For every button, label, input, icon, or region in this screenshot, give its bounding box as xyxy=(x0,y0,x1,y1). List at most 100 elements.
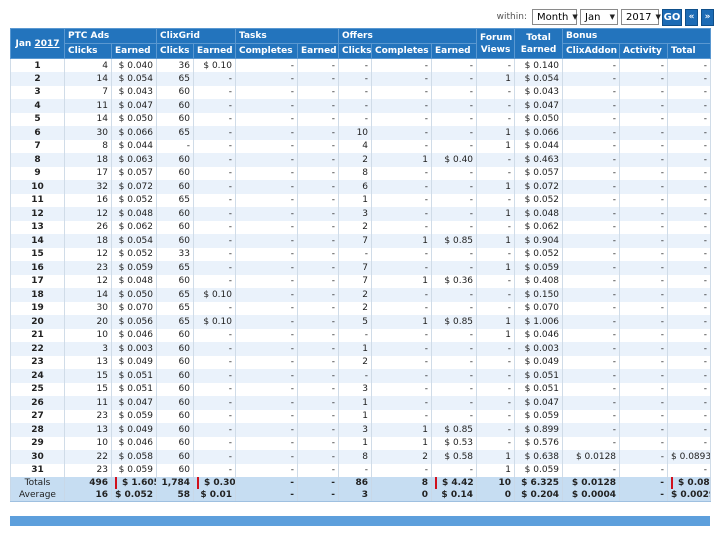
table-cell: $ 0.059 xyxy=(111,261,157,275)
table-cell: - xyxy=(562,409,621,423)
month-select[interactable]: Jan ▼ xyxy=(580,9,618,25)
table-cell: - xyxy=(338,369,373,383)
table-cell: - xyxy=(235,72,298,86)
table-cell: 1 xyxy=(476,234,516,248)
table-cell: - xyxy=(667,342,712,356)
table-cell: - xyxy=(667,112,712,126)
table-cell: 2 xyxy=(338,355,373,369)
table-cell: 1 xyxy=(371,234,433,248)
table-cell: - xyxy=(235,85,298,99)
table-cell: 12 xyxy=(64,274,112,288)
day-cell: 29 xyxy=(10,436,65,450)
highlighted-total: $ 0.0893 xyxy=(671,477,710,489)
table-cell: $ 0.052 xyxy=(111,247,157,261)
bonus-activity-header: Activity xyxy=(619,43,669,59)
table-cell: 60 xyxy=(156,207,194,221)
table-cell: - xyxy=(562,180,621,194)
day-cell: 2 xyxy=(10,72,65,86)
table-cell: - xyxy=(296,396,340,410)
table-cell: - xyxy=(562,99,621,113)
table-row: 30 22 $ 0.058 60- - -8 2 $ 0.58 1 $ 0.638 $ 0.0128… xyxy=(10,450,712,464)
totals-cell: $ 4.42 xyxy=(431,477,478,489)
totals-cell: $ 6.325 xyxy=(514,477,564,489)
table-cell: $ 0.059 xyxy=(111,409,157,423)
table-cell: - xyxy=(371,139,433,153)
clixgrid-clicks-header: Clicks xyxy=(156,43,194,59)
table-cell: - xyxy=(371,99,433,113)
table-row: 21 10 $ 0.046 60- - - - - -1 $ 0.046- - - xyxy=(10,328,712,342)
table-cell: - xyxy=(619,153,669,167)
day-cell: 20 xyxy=(10,315,65,329)
ptc-clicks-header: Clicks xyxy=(64,43,112,59)
table-cell: - xyxy=(619,139,669,153)
table-cell: - xyxy=(296,436,340,450)
day-cell: 9 xyxy=(10,166,65,180)
table-cell: - xyxy=(371,288,433,302)
table-cell: 65 xyxy=(156,261,194,275)
table-row: 28 13 $ 0.049 60- - -3 1 $ 0.85- $ 0.899- - - xyxy=(10,423,712,437)
table-cell: - xyxy=(371,193,433,207)
table-cell: 60 xyxy=(156,153,194,167)
table-cell: - xyxy=(296,112,340,126)
date-filter: within: Month ▼ Jan ▼ 2017 ▼ GO « » xyxy=(497,8,714,26)
clixgrid-header: ClixGrid xyxy=(156,28,236,44)
table-cell: - xyxy=(235,139,298,153)
totals-cell: 10 xyxy=(476,477,516,489)
go-button[interactable]: GO xyxy=(662,8,682,26)
totals-cell: $ 0.0128 xyxy=(562,477,621,489)
table-cell: - xyxy=(562,234,621,248)
table-cell: - xyxy=(562,247,621,261)
table-cell: 15 xyxy=(64,369,112,383)
table-cell: 3 xyxy=(338,207,373,221)
table-cell: $ 0.057 xyxy=(514,166,564,180)
day-cell: 22 xyxy=(10,342,65,356)
table-cell: $ 0.070 xyxy=(514,301,564,315)
table-cell: - xyxy=(235,58,298,72)
table-cell: - xyxy=(193,166,236,180)
table-cell: - xyxy=(667,126,712,140)
previous-period-button[interactable]: « xyxy=(685,8,698,26)
table-cell: - xyxy=(431,193,478,207)
table-cell: - xyxy=(476,193,516,207)
daily-rows: 1 4 $ 0.040 36 $ 0.10- - - - - - $ 0.140- - -2 14 $ 0.… xyxy=(10,58,712,477)
table-cell: $ 0.043 xyxy=(514,85,564,99)
table-cell: - xyxy=(562,436,621,450)
table-cell: $ 0.0128 xyxy=(562,450,621,464)
table-cell: $ 0.052 xyxy=(514,193,564,207)
table-cell: $ 0.047 xyxy=(111,99,157,113)
table-cell: - xyxy=(431,180,478,194)
table-cell: $ 0.070 xyxy=(111,301,157,315)
table-cell: - xyxy=(476,301,516,315)
table-cell: 3 xyxy=(338,423,373,437)
next-period-button[interactable]: » xyxy=(701,8,714,26)
table-cell: $ 0.58 xyxy=(431,450,478,464)
year-link[interactable]: 2017 xyxy=(34,39,59,49)
table-cell: - xyxy=(431,207,478,221)
table-cell: - xyxy=(296,99,340,113)
year-select[interactable]: 2017 ▼ xyxy=(621,9,661,25)
table-cell: 7 xyxy=(64,85,112,99)
table-cell: $ 0.36 xyxy=(431,274,478,288)
table-cell: - xyxy=(193,220,236,234)
table-row: 14 18 $ 0.054 60- - -7 1 $ 0.85 1 $ 0.904- - - xyxy=(10,234,712,248)
table-cell: - xyxy=(338,99,373,113)
table-cell: 2 xyxy=(338,301,373,315)
table-cell: - xyxy=(193,139,236,153)
period-select[interactable]: Month ▼ xyxy=(532,9,578,25)
table-cell: - xyxy=(619,328,669,342)
table-cell: 3 xyxy=(64,342,112,356)
table-cell: $ 0.050 xyxy=(111,112,157,126)
table-cell: - xyxy=(235,193,298,207)
table-cell: 23 xyxy=(64,261,112,275)
table-row: 11 16 $ 0.052 65- - -1- - - $ 0.052- - - xyxy=(10,193,712,207)
table-cell: - xyxy=(667,463,712,477)
table-cell: - xyxy=(667,301,712,315)
table-cell: - xyxy=(193,450,236,464)
table-cell: 60 xyxy=(156,342,194,356)
table-cell: 2 xyxy=(371,450,433,464)
table-cell: $ 0.40 xyxy=(431,153,478,167)
table-cell: $ 0.059 xyxy=(514,463,564,477)
chevron-down-icon: ▼ xyxy=(609,13,615,21)
table-cell: - xyxy=(476,288,516,302)
clixgrid-earned-header: Earned xyxy=(193,43,236,59)
